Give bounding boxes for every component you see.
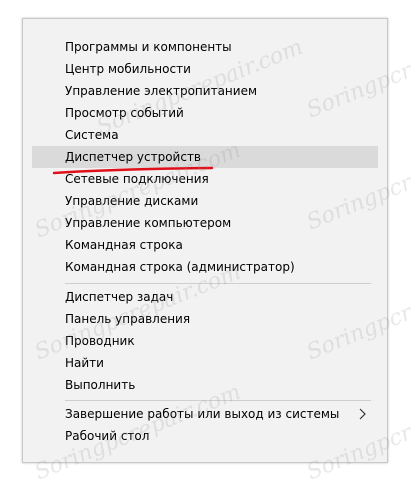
menu-item-label: Управление компьютером: [65, 216, 232, 230]
menu-item-event-viewer[interactable]: Просмотр событий: [32, 102, 378, 124]
menu-item-label: Завершение работы или выход из системы: [65, 407, 340, 421]
menu-item-search[interactable]: Найти: [32, 352, 378, 374]
menu-item-label: Диспетчер задач: [65, 290, 174, 304]
menu-item-mobility-center[interactable]: Центр мобильности: [32, 58, 378, 80]
menu-item-computer-management[interactable]: Управление компьютером: [32, 212, 378, 234]
menu-item-label: Выполнить: [65, 378, 136, 392]
menu-item-command-prompt-admin[interactable]: Командная строка (администратор): [32, 256, 378, 278]
menu-item-shut-down-or-sign-out[interactable]: Завершение работы или выход из системы: [32, 403, 378, 425]
menu-item-power-options[interactable]: Управление электропитанием: [32, 80, 378, 102]
menu-item-task-manager[interactable]: Диспетчер задач: [32, 286, 378, 308]
menu-item-programs-and-features[interactable]: Программы и компоненты: [32, 36, 378, 58]
menu-item-label: Панель управления: [65, 312, 191, 326]
menu-item-label: Программы и компоненты: [65, 40, 232, 54]
menu-item-label: Управление дисками: [65, 194, 199, 208]
menu-item-system[interactable]: Система: [32, 124, 378, 146]
annotation-underline: [52, 166, 214, 175]
menu-item-control-panel[interactable]: Панель управления: [32, 308, 378, 330]
menu-item-label: Просмотр событий: [65, 106, 184, 120]
menu-item-command-prompt[interactable]: Командная строка: [32, 234, 378, 256]
menu-item-label: Рабочий стол: [65, 429, 150, 443]
menu-item-disk-management[interactable]: Управление дисками: [32, 190, 378, 212]
menu-item-label: Диспетчер устройств: [65, 150, 202, 164]
menu-item-label: Командная строка (администратор): [65, 260, 295, 274]
menu-item-label: Система: [65, 128, 119, 142]
menu-item-label: Центр мобильности: [65, 62, 191, 76]
menu-item-run[interactable]: Выполнить: [32, 374, 378, 396]
menu-separator: [65, 400, 371, 401]
context-menu: Программы и компоненты Центр мобильности…: [32, 26, 378, 451]
menu-item-label: Управление электропитанием: [65, 84, 257, 98]
menu-separator: [65, 283, 371, 284]
menu-item-file-explorer[interactable]: Проводник: [32, 330, 378, 352]
chevron-right-icon: [359, 408, 366, 420]
menu-item-label: Найти: [65, 356, 104, 370]
menu-item-label: Командная строка: [65, 238, 183, 252]
menu-item-desktop[interactable]: Рабочий стол: [32, 425, 378, 447]
menu-item-label: Проводник: [65, 334, 135, 348]
